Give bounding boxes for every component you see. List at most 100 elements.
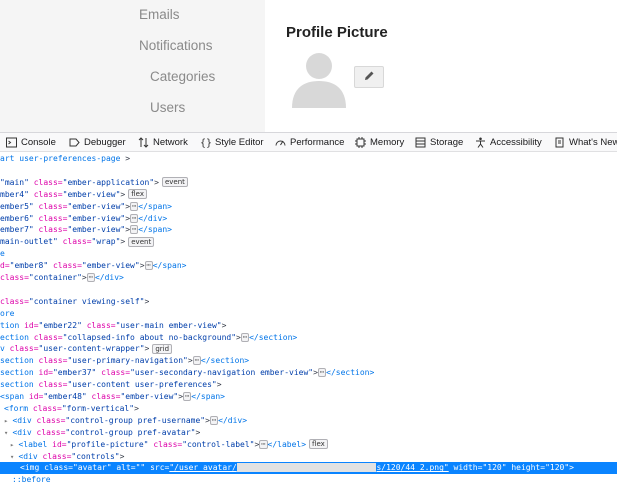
dom-node-line[interactable]: ▾ <div class="controls"> [0, 451, 124, 463]
console-icon [6, 137, 17, 148]
attribute-name: class= [96, 368, 131, 378]
dom-node-line[interactable]: ember7" class="ember-view"> ⋯ </span> [0, 224, 172, 236]
punctuation: > [139, 261, 145, 271]
attribute-value-link[interactable]: s/120/44_2.png" [376, 463, 448, 472]
expand-ellipsis-button[interactable]: ⋯ [209, 415, 219, 425]
dom-node-line[interactable]: d="ember8" class="ember-view"> ⋯ </span> [0, 260, 186, 272]
dom-node-line[interactable]: class="container"> ⋯ </div> [0, 272, 124, 284]
attribute-value: "ember22" [38, 320, 82, 330]
dom-node-line[interactable]: "main" class="ember-application"> event [0, 177, 188, 189]
tab-debugger[interactable]: Debugger [69, 133, 126, 152]
tab-console[interactable]: Console [6, 133, 56, 152]
tag-name: </span> [138, 201, 172, 211]
tab-network[interactable]: Network [138, 133, 188, 152]
punctuation: > [195, 427, 201, 437]
tag-name: </div> [94, 273, 124, 282]
attribute-name: d= [0, 261, 10, 271]
attribute-name: class= [28, 403, 62, 413]
dom-node-line[interactable]: v class="user-content-wrapper"> grid [0, 343, 173, 355]
edit-avatar-button[interactable] [354, 66, 384, 88]
dom-node-line[interactable]: ection class="collapsed-info about no-ba… [0, 332, 297, 344]
dom-node-line[interactable]: mber4" class="ember-view"> flex [0, 189, 147, 201]
attribute-name: class= [86, 392, 121, 401]
attribute-name: class= [33, 380, 68, 390]
tag-name: tion [0, 320, 20, 330]
tag-name: </div> [218, 415, 248, 425]
attribute-name: class= [28, 189, 63, 199]
dom-node-line[interactable]: ember6" class="ember-view"> ⋯ </div> [0, 213, 167, 225]
dom-node-line[interactable]: ember5" class="ember-view"> ⋯ </span> [0, 201, 172, 213]
dom-node-line[interactable]: ::before [0, 474, 51, 486]
dom-node-line[interactable]: class="container viewing-self"> [0, 296, 149, 308]
tag-name: </label> [267, 439, 307, 449]
dom-node-line[interactable]: <form class="form-vertical"> [0, 403, 139, 415]
tab-style-editor[interactable]: {} Style Editor [200, 133, 264, 152]
expand-ellipsis-button[interactable]: ⋯ [240, 332, 250, 342]
expand-ellipsis-button[interactable]: ⋯ [144, 261, 153, 271]
punctuation: > [144, 296, 150, 306]
tab-accessibility-label: Accessibility [490, 137, 542, 148]
attribute-name: class= [0, 273, 29, 282]
expand-ellipsis-button[interactable]: ⋯ [192, 356, 201, 366]
dom-node-line[interactable]: ▾ <div class="control-group pref-avatar"… [0, 427, 200, 439]
event-badge[interactable]: event [161, 177, 188, 188]
sidebar-item-categories[interactable]: Categories [150, 69, 215, 84]
tab-memory[interactable]: Memory [355, 133, 404, 152]
dom-node-line[interactable]: section class="user-primary-navigation">… [0, 355, 249, 367]
attribute-value-link[interactable]: "/user_avatar/ [169, 463, 236, 472]
whitespace-node[interactable]: whitespace [22, 488, 87, 500]
expand-ellipsis-button[interactable]: ⋯ [317, 368, 327, 378]
attribute-value: ember5" [0, 201, 34, 211]
sidebar-item-notifications[interactable]: Notifications [139, 38, 213, 53]
sidebar-item-emails[interactable]: Emails [139, 7, 180, 22]
sidebar-item-users[interactable]: Users [150, 100, 185, 115]
punctuation: > [134, 403, 139, 413]
tab-storage-label: Storage [430, 137, 464, 148]
tag-name: section [0, 356, 34, 366]
dom-node-line[interactable]: art user-preferences-page > [0, 153, 130, 165]
dom-node-line[interactable]: <span id="ember48" class="ember-view"> ⋯ <… [0, 391, 225, 403]
event-badge[interactable]: event [128, 236, 155, 247]
tag-name: ::before [12, 475, 51, 485]
dom-node-line[interactable]: section class="user-content user-prefere… [0, 379, 222, 391]
dom-node-line[interactable]: ore [0, 308, 14, 320]
attribute-name: class= [28, 332, 63, 342]
tab-accessibility[interactable]: Accessibility [475, 133, 542, 152]
attribute-value: "user-content-wrapper" [38, 344, 145, 354]
tag-name: </span> [138, 225, 172, 235]
tag-name: e [0, 249, 5, 259]
attribute-value: "ember37" [52, 368, 97, 378]
attribute-value: "ember-view" [81, 261, 140, 271]
network-icon [138, 137, 149, 148]
tab-style-editor-label: Style Editor [215, 137, 264, 148]
tag-name: </span> [191, 392, 225, 401]
attribute-name: height= [506, 463, 546, 473]
expand-ellipsis-button[interactable]: ⋯ [86, 273, 95, 282]
attribute-value: "user-content user-preferences" [67, 380, 217, 390]
attribute-name: id= [24, 392, 44, 401]
dom-node-line[interactable]: section id="ember37" class="user-seconda… [0, 367, 374, 379]
attribute-value: ember6" [0, 213, 34, 223]
flex-badge[interactable]: flex [128, 189, 147, 200]
tag-name: ection [0, 332, 29, 342]
dom-node-line[interactable]: ▸ <label id="profile-picture" class="con… [0, 439, 328, 451]
attribute-value: "120" [545, 463, 570, 473]
grid-badge[interactable]: grid [152, 343, 173, 354]
pencil-icon [364, 68, 375, 86]
selected-dom-node[interactable]: <img class="avatar" alt="" src="/user_av… [0, 462, 617, 475]
tag-name: <img [20, 463, 40, 473]
attribute-value: "collapsed-info about no-background" [62, 332, 237, 342]
dom-node-line[interactable]: tion id="ember22" class="user-main ember… [0, 320, 226, 332]
dom-node-line[interactable]: e [0, 248, 5, 260]
dom-node-line[interactable]: ▸ <div class="control-group pref-usernam… [0, 415, 247, 427]
tag-name: <div [12, 415, 32, 425]
profile-picture-title: Profile Picture [286, 24, 388, 41]
flex-badge[interactable]: flex [309, 439, 328, 450]
tab-performance[interactable]: Performance [275, 133, 344, 152]
tab-storage[interactable]: Storage [415, 133, 463, 152]
devtools-toolbar: Console Debugger Network {} Style Editor… [0, 132, 617, 152]
dom-node-line[interactable]: main-outlet" class="wrap"> event [0, 236, 155, 248]
expand-ellipsis-button[interactable]: ⋯ [259, 439, 268, 449]
attribute-value: "avatar" [72, 463, 112, 473]
tab-whats-new[interactable]: What's New [554, 133, 617, 152]
